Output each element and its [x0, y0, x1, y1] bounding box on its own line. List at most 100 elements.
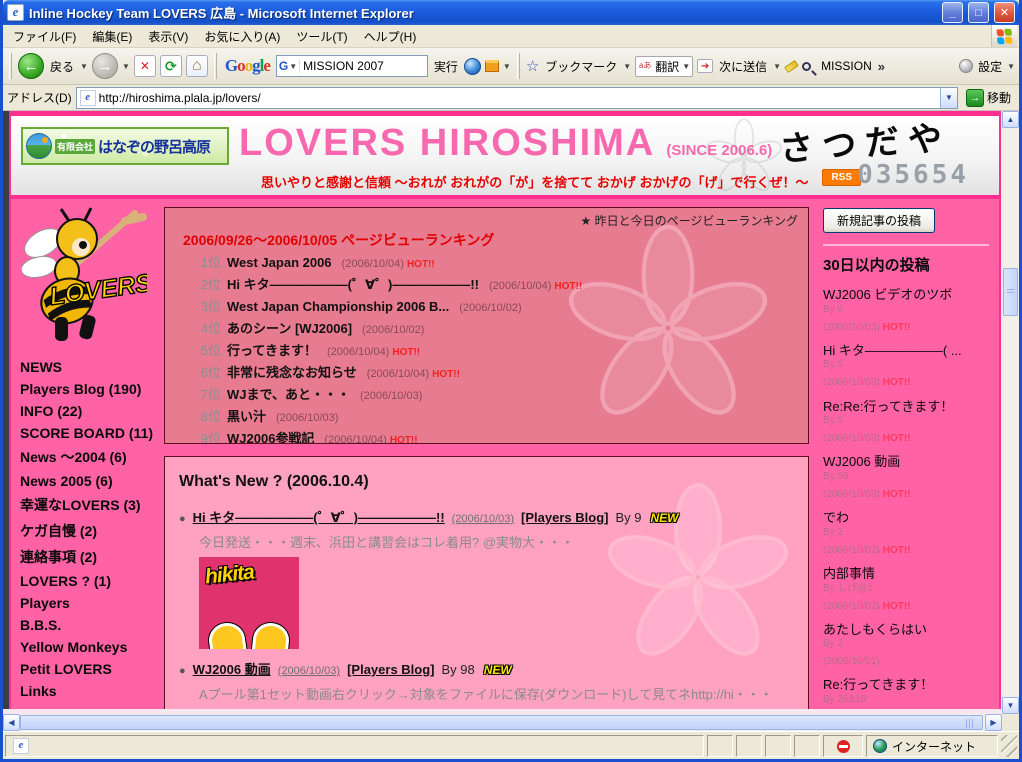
post-link[interactable]: WJ2006 動画	[823, 454, 989, 470]
back-label[interactable]: 戻る	[50, 58, 74, 75]
recent-post: 内部事情 By しげ@z (2006/10/02)HOT!!	[823, 566, 989, 614]
entry-link[interactable]: Hi キタ——————(゜∀゜)——————!!	[193, 510, 445, 525]
ranking-link[interactable]: あのシーン [WJ2006]	[227, 321, 352, 336]
home-icon[interactable]: ⌂	[186, 55, 208, 77]
sidebar-item-yellow-monkeys[interactable]: Yellow Monkeys	[15, 636, 161, 658]
bookmark-button[interactable]: ブックマーク	[545, 58, 617, 75]
sidebar-item-links[interactable]: Links	[15, 680, 161, 702]
entry-link[interactable]: WJ2006 動画	[193, 662, 271, 677]
vertical-scrollbar[interactable]: ▲ ▼	[1002, 111, 1019, 714]
sidebar-item-injury[interactable]: ケガ自慢 (2)	[15, 518, 161, 544]
hikita-image[interactable]: hikita	[199, 557, 299, 649]
gift-icon[interactable]	[485, 60, 499, 72]
highlighter-icon[interactable]	[784, 59, 799, 72]
translate-group[interactable]: aあ 翻訳 ▼	[635, 56, 693, 77]
sidebar-item-lovers-q[interactable]: LOVERS ? (1)	[15, 570, 161, 592]
resize-grip[interactable]	[1001, 735, 1017, 757]
sidebar-item-bbs[interactable]: B.B.S.	[15, 614, 161, 636]
menu-favorites[interactable]: お気に入り(A)	[196, 25, 288, 48]
scroll-down-icon[interactable]: ▼	[1002, 697, 1019, 714]
google-g-icon[interactable]: G▼	[277, 59, 300, 73]
title-bar[interactable]: e Inline Hockey Team LOVERS 広島 - Microso…	[3, 0, 1019, 25]
minimize-button[interactable]: _	[942, 2, 963, 23]
sidebar-item-players[interactable]: Players	[15, 592, 161, 614]
send-to-button[interactable]: 次に送信	[719, 58, 767, 75]
ranking-link[interactable]: WJ2006参戦記	[227, 431, 314, 444]
vertical-scroll-thumb[interactable]	[1003, 268, 1018, 316]
scroll-left-icon[interactable]: ◀	[3, 714, 20, 731]
vertical-scroll-track[interactable]	[1002, 128, 1019, 697]
ranking-link[interactable]: WJまで、あと・・・	[227, 387, 350, 402]
sidebar-item-news-2005[interactable]: News 2005 (6)	[15, 470, 161, 492]
company-banner[interactable]: 有限会社 はなぞの野呂高原	[21, 127, 229, 165]
sidebar-item-players-blog[interactable]: Players Blog (190)	[15, 378, 161, 400]
settings-sphere-icon[interactable]	[959, 59, 973, 73]
new-post-button[interactable]: 新規記事の投稿	[823, 208, 935, 233]
horizontal-scroll-thumb[interactable]	[20, 715, 983, 730]
forward-dropdown-icon[interactable]: ▼	[122, 62, 130, 71]
sidebar-item-news[interactable]: NEWS	[15, 356, 161, 378]
post-link[interactable]: あたしもくらはい	[823, 622, 989, 638]
sidebar-item-news-2004[interactable]: News ～2004 (6)	[15, 444, 161, 470]
post-link[interactable]: Re:Re:行ってきます！	[823, 399, 989, 415]
toolbar-grip[interactable]	[9, 53, 12, 79]
bookmark-star-icon[interactable]: ☆	[526, 57, 539, 75]
magnifier-icon[interactable]	[802, 62, 811, 71]
sidebar-item-petit-lovers[interactable]: Petit LOVERS	[15, 658, 161, 680]
post-link[interactable]: 内部事情	[823, 566, 989, 582]
search-run-button[interactable]: 実行	[434, 58, 458, 75]
horizontal-scroll-track[interactable]	[20, 714, 985, 731]
post-date: (2006/10/01)	[823, 656, 880, 667]
ranking-link[interactable]: 行ってきます！	[227, 343, 317, 358]
back-dropdown-icon[interactable]: ▼	[80, 62, 88, 71]
sidebar-item-score-board[interactable]: SCORE BOARD (11)	[15, 422, 161, 444]
gift-dropdown-icon[interactable]: ▼	[503, 62, 511, 71]
send-to-icon[interactable]: ➔	[697, 59, 713, 73]
hot-badge: HOT!!	[883, 489, 911, 500]
scroll-right-icon[interactable]: ▶	[985, 714, 1002, 731]
address-input[interactable]	[99, 91, 940, 105]
bookmark-dropdown-icon[interactable]: ▼	[623, 62, 631, 71]
menu-tools[interactable]: ツール(T)	[288, 25, 355, 48]
post-link[interactable]: Re:行ってきます！	[823, 677, 989, 693]
menu-help[interactable]: ヘルプ(H)	[356, 25, 425, 48]
menu-view[interactable]: 表示(V)	[140, 25, 196, 48]
close-button[interactable]: ✕	[994, 2, 1015, 23]
stop-icon[interactable]: ✕	[134, 55, 156, 77]
recent-post: でわ By 2 (2006/10/02)HOT!!	[823, 510, 989, 558]
post-link[interactable]: Hi キタ——————( ...	[823, 343, 989, 359]
popup-blocker-panel	[823, 735, 863, 757]
scroll-up-icon[interactable]: ▲	[1002, 111, 1019, 128]
address-dropdown-icon[interactable]: ▼	[940, 88, 957, 108]
ranking-link[interactable]: West Japan 2006	[227, 255, 332, 270]
ranking-link[interactable]: 黒い汁	[227, 409, 266, 424]
horizontal-scrollbar[interactable]: ◀ ▶	[3, 714, 1019, 731]
earth-globe-icon[interactable]	[464, 58, 481, 75]
forward-icon[interactable]: →	[92, 53, 118, 79]
menu-file[interactable]: ファイル(F)	[5, 25, 84, 48]
maximize-button[interactable]: □	[968, 2, 989, 23]
rss-badge[interactable]: RSS	[822, 169, 861, 186]
translate-dropdown-icon[interactable]: ▼	[682, 62, 690, 71]
translate-button[interactable]: 翻訳	[655, 58, 679, 75]
sidebar-item-lucky-lovers[interactable]: 幸運なLOVERS (3)	[15, 492, 161, 518]
go-button[interactable]: → 移動	[962, 88, 1015, 108]
post-link[interactable]: でわ	[823, 510, 989, 526]
refresh-icon[interactable]: ⟳	[160, 55, 182, 77]
settings-button[interactable]: 設定	[978, 58, 1002, 75]
send-dropdown-icon[interactable]: ▼	[773, 62, 781, 71]
toolbar-overflow-chevron[interactable]: »	[878, 59, 885, 74]
settings-dropdown-icon[interactable]: ▼	[1007, 62, 1015, 71]
ranking-link[interactable]: Hi キタ——————(゜∀゜)——————!!	[227, 277, 479, 292]
ranking-link[interactable]: 非常に残念なお知らせ	[227, 365, 357, 380]
sidebar-item-contact[interactable]: 連絡事項 (2)	[15, 544, 161, 570]
ranking-link[interactable]: West Japan Championship 2006 B...	[227, 299, 449, 314]
mission-button[interactable]: MISSION	[821, 59, 872, 73]
entry-category-link[interactable]: [Players Blog]	[521, 510, 608, 525]
back-icon[interactable]: ←	[18, 53, 44, 79]
google-search-input[interactable]	[300, 59, 427, 73]
entry-category-link[interactable]: [Players Blog]	[347, 662, 434, 677]
post-link[interactable]: WJ2006 ビデオのツボ	[823, 287, 989, 303]
sidebar-item-info[interactable]: INFO (22)	[15, 400, 161, 422]
menu-edit[interactable]: 編集(E)	[84, 25, 140, 48]
